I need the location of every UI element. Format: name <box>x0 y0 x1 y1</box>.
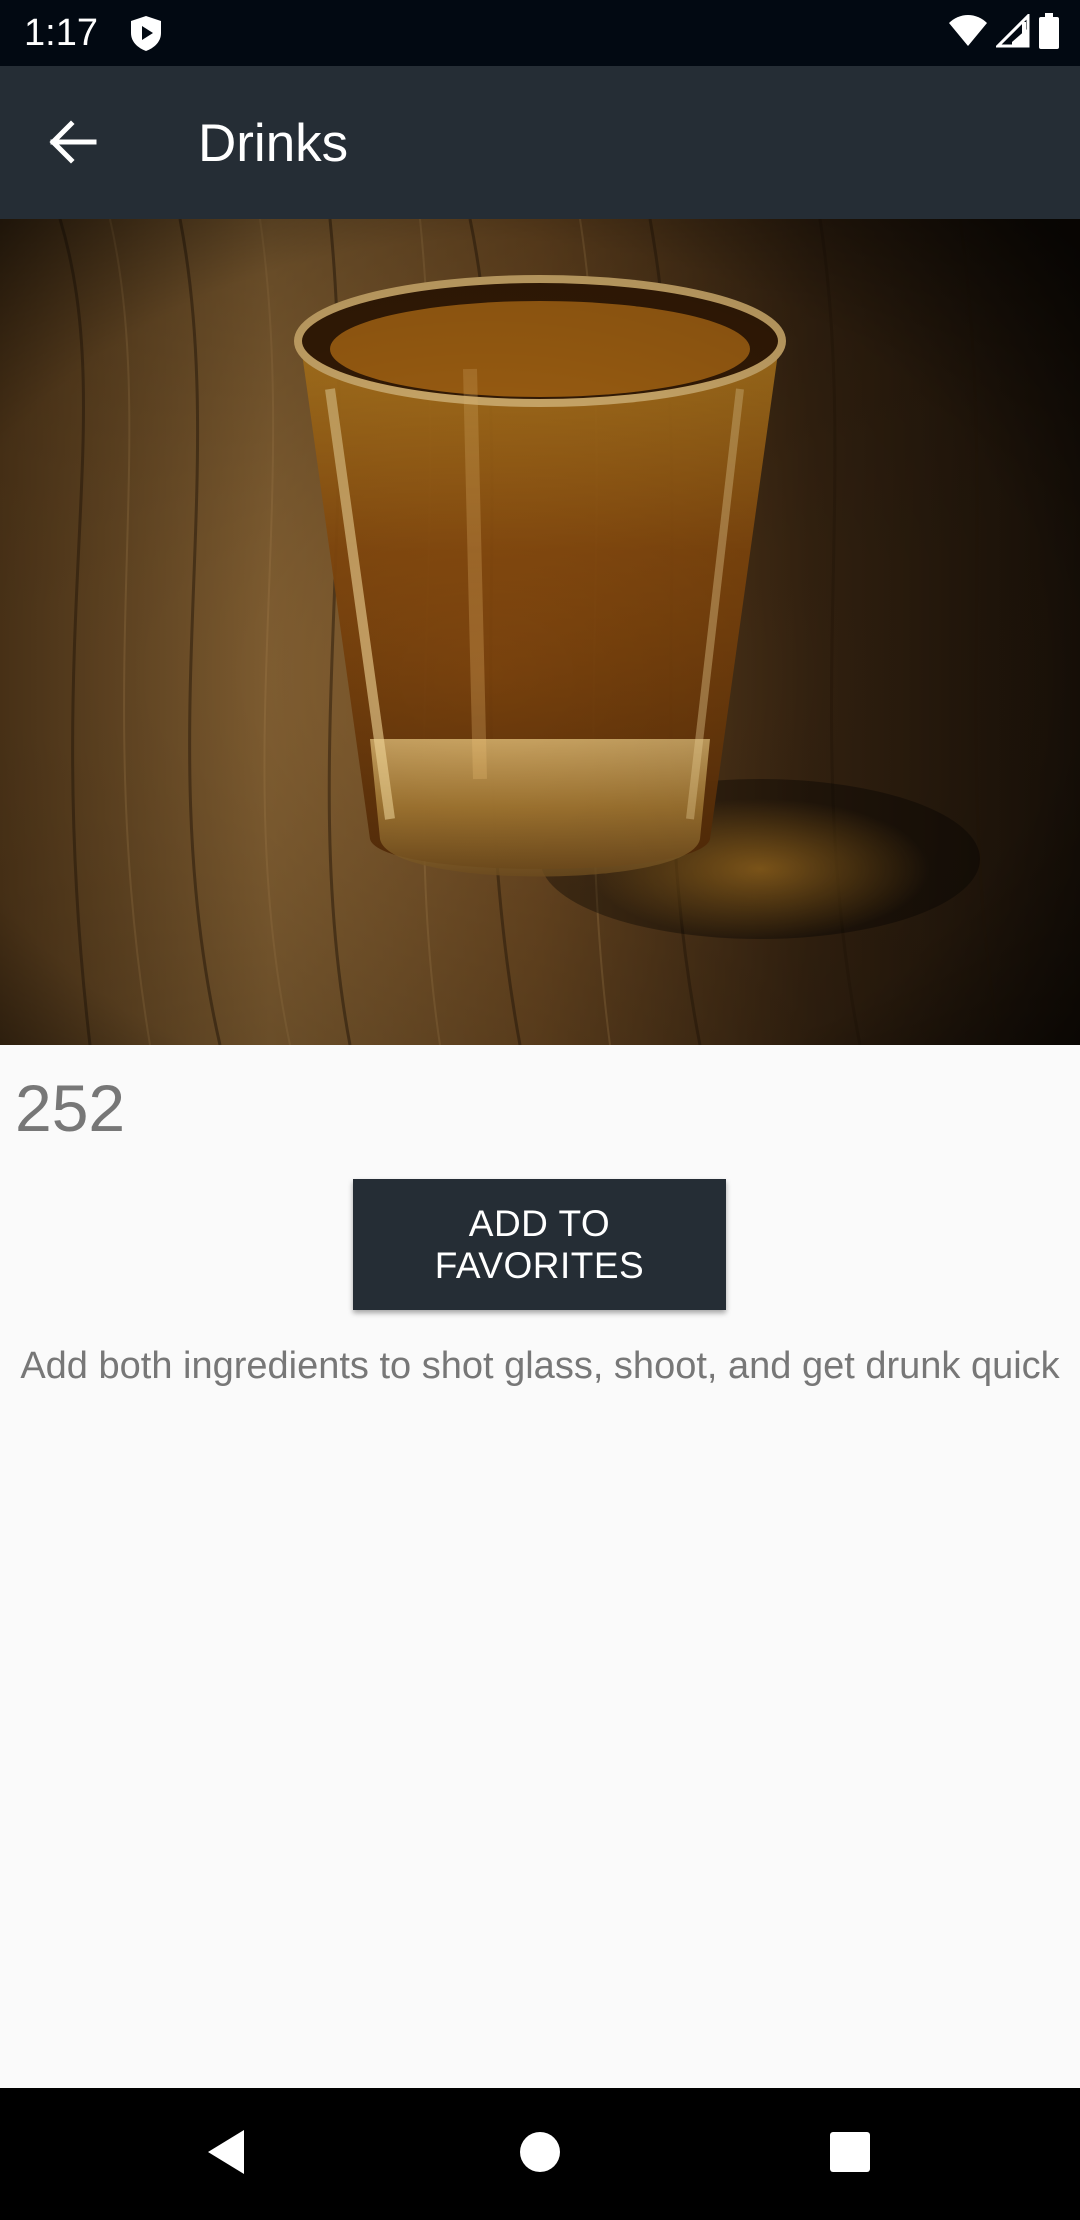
drink-count: 252 <box>15 1071 126 1145</box>
shot-glass-image <box>0 219 1080 1045</box>
signal-icon <box>994 11 1030 53</box>
home-circle-icon <box>518 2130 562 2179</box>
arrow-back-icon <box>47 119 97 169</box>
app-bar: Drinks <box>0 66 1080 219</box>
back-button[interactable] <box>30 102 114 186</box>
back-triangle-icon <box>204 2128 248 2181</box>
wifi-icon <box>948 14 988 53</box>
add-to-favorites-button[interactable]: ADD TO FAVORITES <box>353 1179 726 1310</box>
status-bar: 1:17 <box>0 0 1080 66</box>
system-nav-bar <box>0 2088 1080 2220</box>
drink-instructions: Add both ingredients to shot glass, shoo… <box>20 1345 1060 1387</box>
screen: 1:17 Drinks 252 ADD TO FAVORITES Add bot… <box>0 0 1080 2220</box>
recents-square-icon <box>829 2131 871 2178</box>
page-title: Drinks <box>198 114 349 173</box>
status-time: 1:17 <box>24 12 98 54</box>
status-icons <box>948 11 1060 54</box>
nav-back-button[interactable] <box>190 2118 262 2190</box>
nav-home-button[interactable] <box>504 2118 576 2190</box>
shield-play-icon <box>128 14 164 52</box>
nav-recents-button[interactable] <box>814 2118 886 2190</box>
battery-icon <box>1038 12 1060 54</box>
